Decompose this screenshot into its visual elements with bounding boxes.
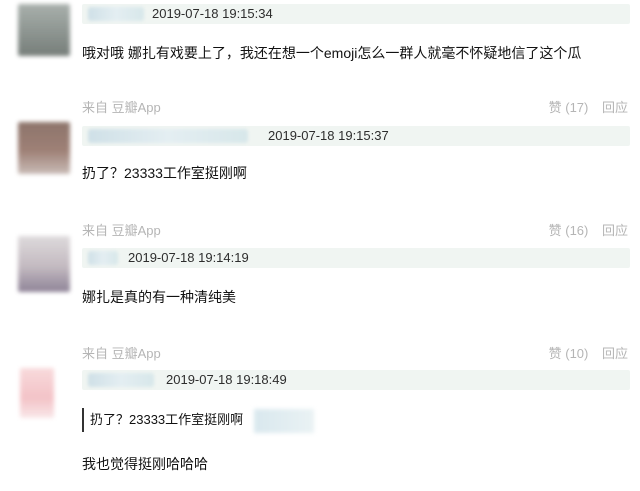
comment-source: 来自 豆瓣App bbox=[82, 223, 161, 238]
comment-meta-bar: 2019-07-18 19:15:37 bbox=[82, 126, 630, 146]
like-count: (10) bbox=[565, 346, 589, 361]
comment-text: 我也觉得挺刚哈哈哈 bbox=[82, 456, 208, 472]
like-button[interactable]: 赞 (10) bbox=[549, 346, 589, 361]
comment-footer: 来自 豆瓣App 赞 (10) 回应 bbox=[82, 343, 628, 361]
comment-source: 来自 豆瓣App bbox=[82, 346, 161, 361]
comment-text: 娜扎是真的有一种清纯美 bbox=[82, 289, 236, 305]
username-link[interactable] bbox=[88, 251, 118, 265]
avatar[interactable] bbox=[20, 368, 54, 418]
like-count: (16) bbox=[565, 223, 589, 238]
comment-actions: 赞 (17) 回应 bbox=[539, 97, 628, 116]
avatar[interactable] bbox=[18, 236, 70, 292]
username-link[interactable] bbox=[88, 129, 248, 143]
like-count: (17) bbox=[565, 100, 589, 115]
reply-button[interactable]: 回应 bbox=[602, 223, 628, 238]
comment-meta-bar: 2019-07-18 19:14:19 bbox=[82, 248, 630, 268]
comment-actions: 赞 (16) 回应 bbox=[539, 220, 628, 239]
like-label: 赞 bbox=[548, 100, 562, 115]
quoted-username[interactable] bbox=[254, 409, 314, 433]
username-link[interactable] bbox=[88, 373, 154, 387]
comment-timestamp: 2019-07-18 19:14:19 bbox=[128, 250, 249, 265]
username-link[interactable] bbox=[88, 7, 144, 21]
comment-timestamp: 2019-07-18 19:18:49 bbox=[166, 372, 287, 387]
comment-text: 扔了？23333工作室挺刚啊 bbox=[82, 165, 247, 181]
comment-meta-bar: 2019-07-18 19:18:49 bbox=[82, 370, 630, 390]
comment-source: 来自 豆瓣App bbox=[82, 100, 161, 115]
comment-meta-bar: 2019-07-18 19:15:34 bbox=[82, 4, 630, 24]
comment-footer: 来自 豆瓣App 赞 (17) 回应 bbox=[82, 97, 628, 115]
quoted-comment: 扔了？23333工作室挺刚啊 bbox=[82, 408, 314, 433]
quoted-comment-text: 扔了？23333工作室挺刚啊 bbox=[90, 412, 244, 427]
reply-button[interactable]: 回应 bbox=[602, 346, 628, 361]
like-label: 赞 bbox=[548, 346, 562, 361]
like-button[interactable]: 赞 (17) bbox=[549, 100, 589, 115]
comment-footer: 来自 豆瓣App 赞 (16) 回应 bbox=[82, 220, 628, 238]
comment-actions: 赞 (10) 回应 bbox=[539, 343, 628, 362]
comment-text: 哦对哦 娜扎有戏要上了，我还在想一个emoji怎么一群人就毫不怀疑地信了这个瓜 bbox=[82, 45, 582, 61]
like-button[interactable]: 赞 (16) bbox=[549, 223, 589, 238]
comment-item: 2019-07-18 19:15:34 哦对哦 娜扎有戏要上了，我还在想一个em… bbox=[0, 0, 640, 120]
comment-timestamp: 2019-07-18 19:15:37 bbox=[268, 128, 389, 143]
comment-timestamp: 2019-07-18 19:15:34 bbox=[152, 6, 273, 21]
like-label: 赞 bbox=[548, 223, 562, 238]
avatar[interactable] bbox=[18, 122, 70, 174]
reply-button[interactable]: 回应 bbox=[602, 100, 628, 115]
avatar[interactable] bbox=[18, 4, 70, 56]
